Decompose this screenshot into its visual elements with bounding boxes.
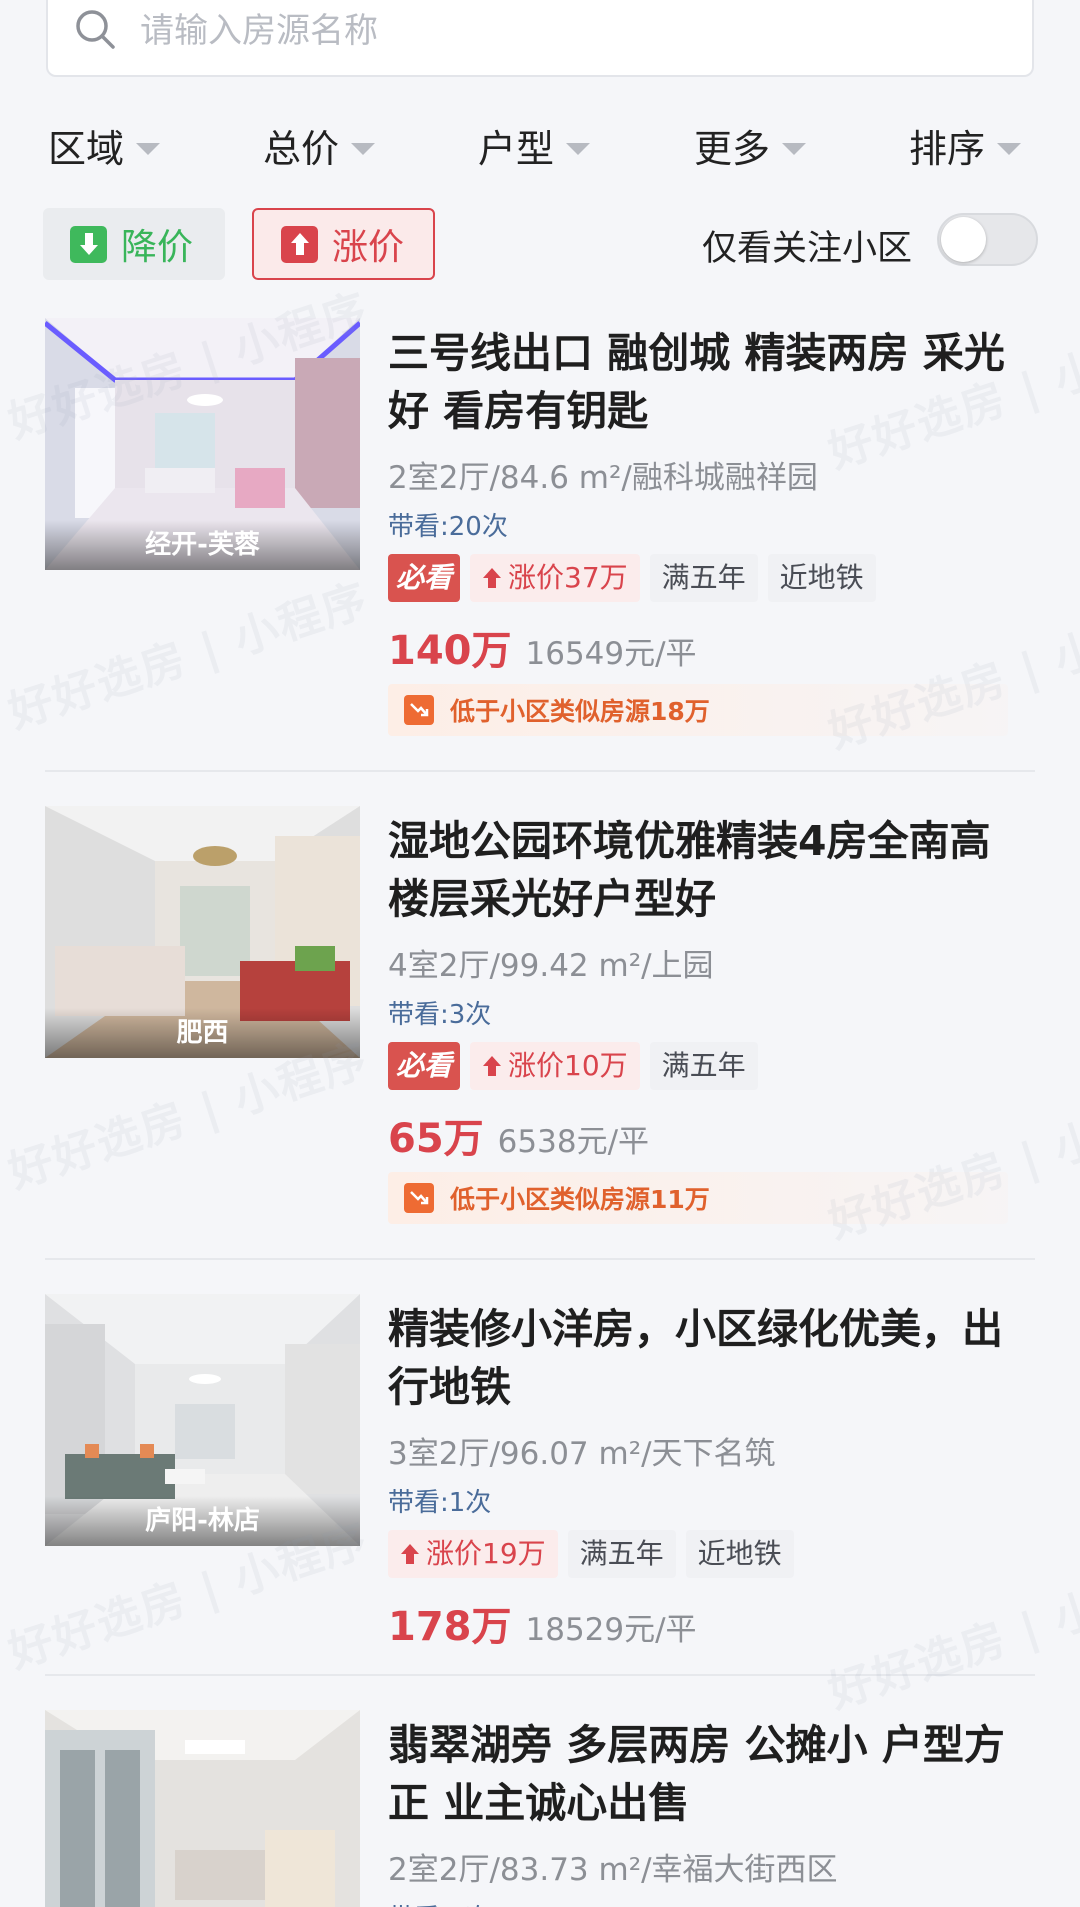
tag: 近地铁 bbox=[685, 1530, 794, 1578]
divider bbox=[45, 1258, 1035, 1260]
listing-area: 肥西 bbox=[45, 1008, 360, 1058]
follow-only-label: 仅看关注小区 bbox=[702, 229, 913, 269]
listing-card[interactable]: 经开-芙蓉 三号线出口 融创城 精装两房 采光好 看房有钥匙 2室2厅/84.6… bbox=[0, 318, 1080, 738]
listing-photo: 经开-芙蓉 bbox=[45, 318, 360, 570]
listing-meta: 4室2厅/99.42 m²/上园 bbox=[388, 948, 714, 984]
chevron-down-icon bbox=[782, 143, 807, 155]
tag: 满五年 bbox=[649, 554, 758, 602]
price-rise-badge: 涨价37万 bbox=[470, 554, 640, 602]
listing-title[interactable]: 翡翠湖旁 多层两房 公摊小 户型方正 业主诚心出售 bbox=[388, 1716, 1028, 1832]
arrow-up-icon bbox=[281, 225, 318, 263]
filter-sort[interactable]: 排序 bbox=[909, 110, 1022, 180]
below-market-text: 低于小区类似房源11万 bbox=[450, 1185, 710, 1214]
below-market-text: 低于小区类似房源18万 bbox=[450, 697, 710, 726]
listing-price-row: 178万 18529元/平 bbox=[388, 1594, 697, 1652]
tag: 满五年 bbox=[567, 1530, 676, 1578]
listing-visits: 带看:1次 bbox=[388, 1898, 491, 1907]
arrow-up-icon bbox=[483, 568, 502, 588]
tag: 近地铁 bbox=[767, 554, 876, 602]
filter-region[interactable]: 区域 bbox=[48, 110, 161, 180]
listing-visits: 带看:20次 bbox=[388, 512, 508, 542]
listing-tags: 涨价19万 满五年 近地铁 bbox=[388, 1530, 794, 1578]
trend-down-icon bbox=[404, 1183, 434, 1213]
listing-price-row: 140万 16549元/平 bbox=[388, 618, 697, 676]
chevron-down-icon bbox=[351, 143, 376, 155]
filter-region-label: 区域 bbox=[48, 126, 125, 171]
filter-more-label: 更多 bbox=[694, 126, 771, 171]
listing-price: 178万 bbox=[388, 1604, 512, 1650]
arrow-up-icon bbox=[483, 1056, 502, 1076]
price-rise-text: 涨价37万 bbox=[508, 561, 628, 594]
filter-sort-label: 排序 bbox=[909, 126, 986, 171]
listing-area: 庐阳-林店 bbox=[45, 1496, 360, 1546]
trend-down-icon bbox=[404, 695, 434, 725]
below-market-banner: 低于小区类似房源11万 bbox=[388, 1172, 1008, 1224]
must-see-badge: 必看 bbox=[388, 1042, 461, 1090]
search-input[interactable] bbox=[140, 6, 1000, 56]
divider bbox=[45, 1674, 1035, 1676]
tag: 满五年 bbox=[649, 1042, 758, 1090]
chevron-down-icon bbox=[136, 143, 161, 155]
listing-card[interactable]: 庐阳-林店 精装修小洋房，小区绿化优美，出行地铁 3室2厅/96.07 m²/天… bbox=[0, 1294, 1080, 1664]
listing-card[interactable]: 翡翠湖旁 多层两房 公摊小 户型方正 业主诚心出售 2室2厅/83.73 m²/… bbox=[0, 1710, 1080, 1907]
below-market-banner: 低于小区类似房源18万 bbox=[388, 684, 1008, 736]
price-rise-badge: 涨价10万 bbox=[470, 1042, 640, 1090]
divider bbox=[45, 770, 1035, 772]
listing-meta: 3室2厅/96.07 m²/天下名筑 bbox=[388, 1436, 776, 1472]
arrow-up-icon bbox=[401, 1544, 419, 1564]
listing-title[interactable]: 精装修小洋房，小区绿化优美，出行地铁 bbox=[388, 1300, 1028, 1416]
listing-title[interactable]: 三号线出口 融创城 精装两房 采光好 看房有钥匙 bbox=[388, 324, 1028, 440]
price-up-button[interactable]: 涨价 bbox=[252, 208, 435, 280]
price-up-label: 涨价 bbox=[332, 227, 405, 268]
listing-visits: 带看:1次 bbox=[388, 1488, 492, 1518]
arrow-down-icon bbox=[70, 225, 107, 263]
listing-meta: 2室2厅/83.73 m²/幸福大街西区 bbox=[388, 1852, 838, 1888]
listing-title[interactable]: 湿地公园环境优雅精装4房全南高楼层采光好户型好 bbox=[388, 812, 1028, 928]
listing-tags: 必看 涨价37万 满五年 近地铁 bbox=[388, 554, 876, 602]
filter-more[interactable]: 更多 bbox=[694, 110, 807, 180]
price-rise-text: 涨价19万 bbox=[426, 1537, 546, 1570]
price-rise-text: 涨价10万 bbox=[508, 1049, 628, 1082]
listing-visits: 带看:3次 bbox=[388, 1000, 492, 1030]
listing-photo bbox=[45, 1710, 360, 1907]
chevron-down-icon bbox=[997, 143, 1022, 155]
listing-price: 65万 bbox=[388, 1116, 484, 1162]
listing-photo: 肥西 bbox=[45, 806, 360, 1058]
listing-card[interactable]: 肥西 湿地公园环境优雅精装4房全南高楼层采光好户型好 4室2厅/99.42 m²… bbox=[0, 806, 1080, 1226]
toggle-knob bbox=[941, 217, 986, 262]
listing-tags: 必看 涨价10万 满五年 bbox=[388, 1042, 758, 1090]
chevron-down-icon bbox=[566, 143, 591, 155]
price-rise-badge: 涨价19万 bbox=[388, 1530, 558, 1578]
listing-photo: 庐阳-林店 bbox=[45, 1294, 360, 1546]
filter-layout[interactable]: 户型 bbox=[478, 110, 591, 180]
filter-layout-label: 户型 bbox=[478, 126, 555, 171]
filter-bar: 区域 总价 户型 更多 排序 bbox=[0, 110, 1080, 180]
search-icon bbox=[76, 10, 115, 49]
listing-unit-price: 18529元/平 bbox=[525, 1612, 697, 1648]
listing-unit-price: 6538元/平 bbox=[497, 1124, 650, 1160]
filter-total-price[interactable]: 总价 bbox=[263, 110, 376, 180]
listing-meta: 2室2厅/84.6 m²/融科城融祥园 bbox=[388, 460, 818, 496]
must-see-badge: 必看 bbox=[388, 554, 461, 602]
filter-total-price-label: 总价 bbox=[263, 126, 340, 171]
price-down-button[interactable]: 降价 bbox=[43, 208, 225, 280]
search-bar[interactable] bbox=[46, 0, 1034, 77]
follow-only-toggle[interactable] bbox=[937, 213, 1038, 266]
listing-area: 经开-芙蓉 bbox=[45, 520, 360, 570]
listing-price: 140万 bbox=[388, 628, 512, 674]
listing-unit-price: 16549元/平 bbox=[525, 636, 697, 672]
listing-price-row: 65万 6538元/平 bbox=[388, 1106, 649, 1164]
price-down-label: 降价 bbox=[121, 227, 194, 268]
